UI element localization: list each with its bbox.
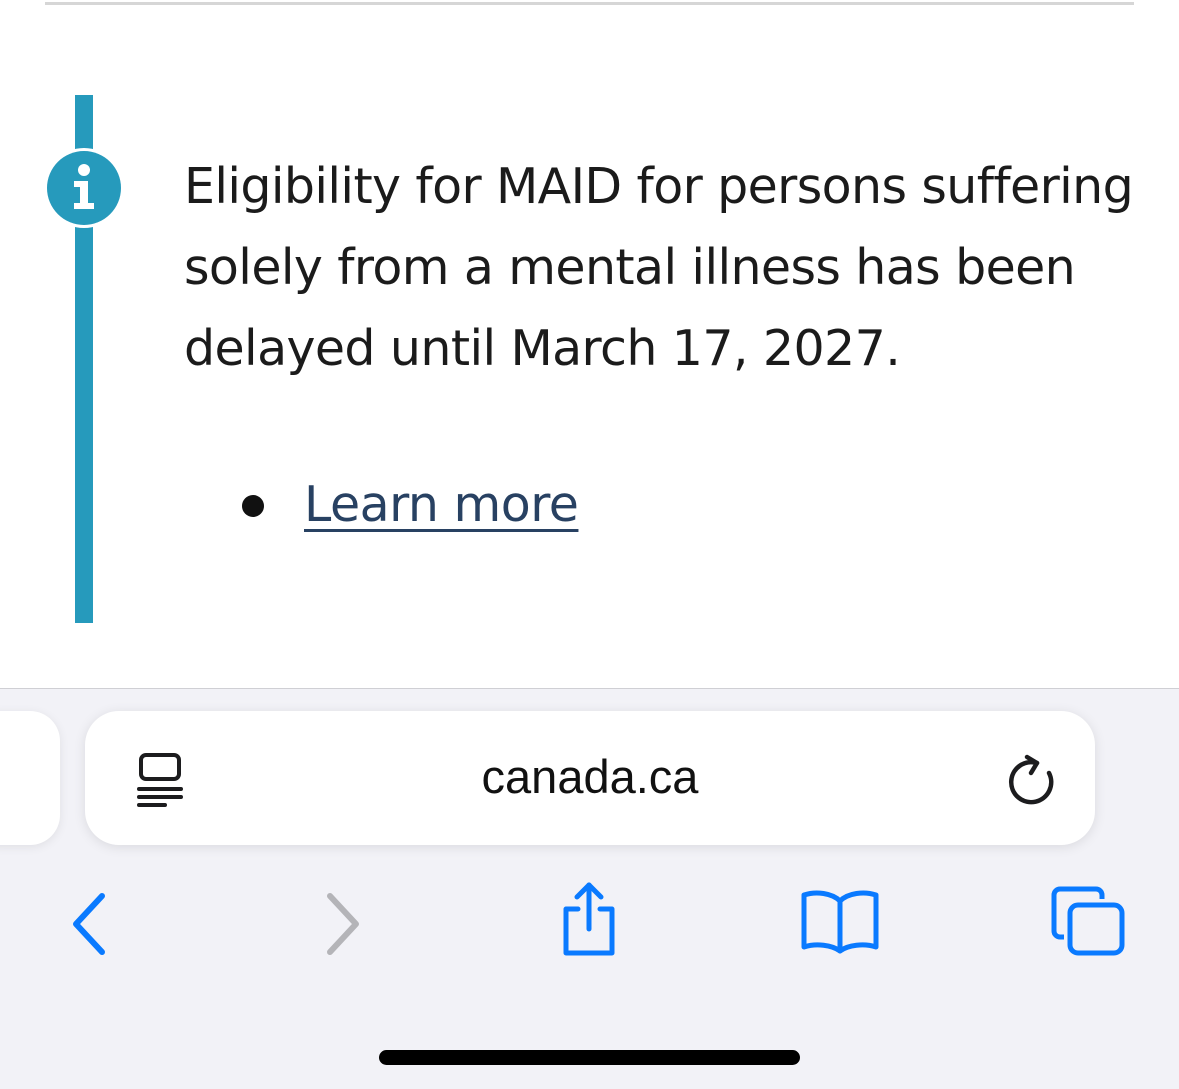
- previous-tab-card[interactable]: [0, 711, 60, 845]
- chevron-right-icon: [327, 893, 359, 955]
- bullet-icon: [242, 495, 264, 517]
- alert-message: Eligibility for MAID for persons sufferi…: [184, 158, 1134, 377]
- back-button[interactable]: [60, 889, 116, 959]
- book-icon: [801, 890, 879, 954]
- info-icon: [44, 148, 124, 228]
- web-content: Eligibility for MAID for persons sufferi…: [0, 0, 1179, 688]
- screen: Eligibility for MAID for persons sufferi…: [0, 0, 1179, 1089]
- chevron-left-icon: [73, 893, 105, 955]
- url-text: canada.ca: [481, 750, 699, 803]
- learn-more-link[interactable]: Learn more: [304, 476, 579, 533]
- browser-toolbar: canada.ca: [0, 688, 1179, 1089]
- share-icon: [563, 882, 615, 956]
- share-button[interactable]: [556, 879, 622, 959]
- list-item: Learn more: [184, 466, 579, 544]
- address-bar[interactable]: canada.ca: [85, 711, 1095, 845]
- tabs-button[interactable]: [1050, 885, 1128, 957]
- bookmarks-button[interactable]: [798, 885, 882, 955]
- alert-links: Learn more: [184, 466, 579, 544]
- section-divider: [45, 2, 1134, 5]
- reload-icon[interactable]: [1001, 751, 1059, 811]
- home-indicator[interactable]: [379, 1050, 800, 1065]
- forward-button[interactable]: [316, 889, 372, 959]
- tabs-icon: [1051, 886, 1125, 956]
